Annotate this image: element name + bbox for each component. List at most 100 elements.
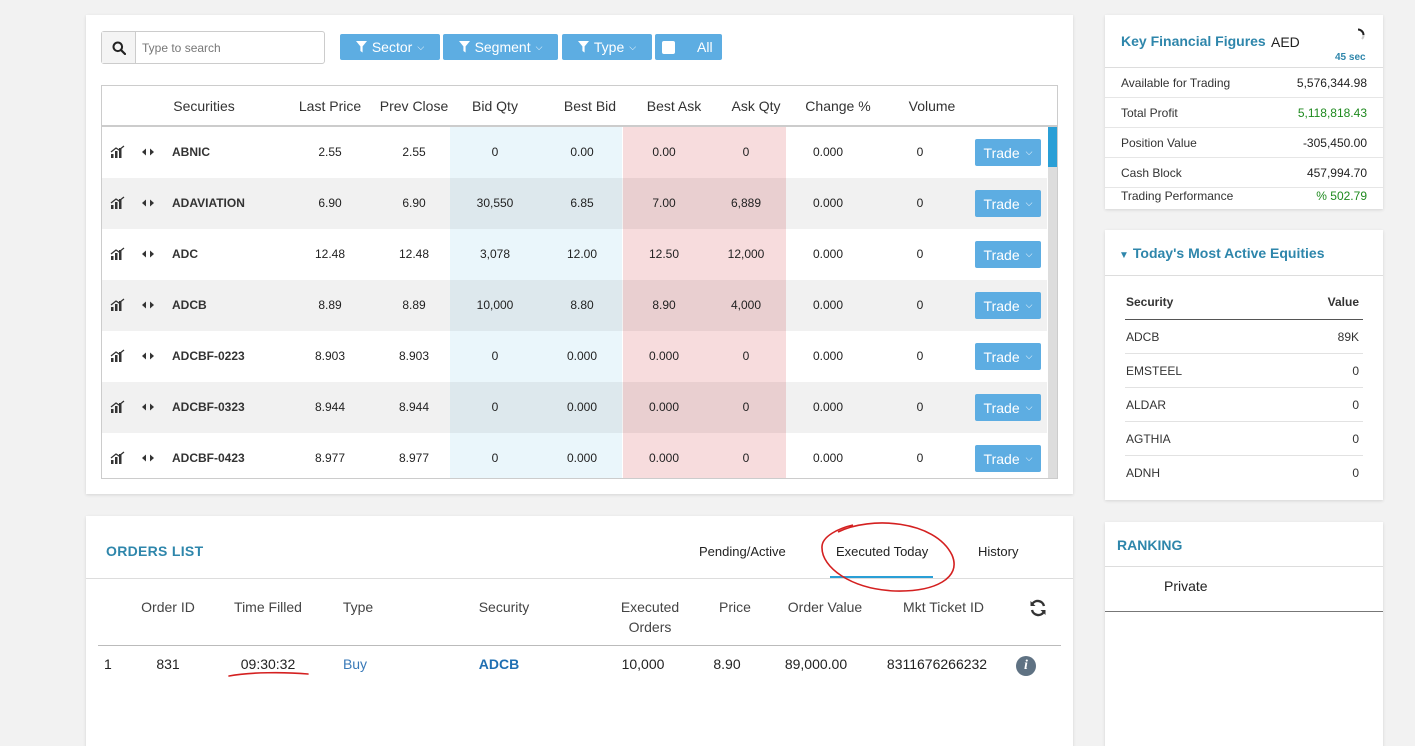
grid-scrollbar[interactable] (1048, 127, 1057, 478)
kff-row: Position Value -305,450.00 (1105, 128, 1383, 158)
trade-button[interactable]: Trade ⌵ (975, 190, 1041, 217)
list-item[interactable]: EMSTEEL 0 (1125, 354, 1363, 388)
securities-grid: Securities Last Price Prev Close Bid Qty… (101, 85, 1058, 479)
equity-name: ALDAR (1126, 398, 1167, 412)
change-pct: 0.000 (812, 145, 844, 159)
equity-value: 0 (1352, 432, 1359, 446)
ranking-divider (1105, 566, 1383, 567)
chevron-down-icon: ⌵ (1025, 351, 1033, 361)
order-security-link[interactable]: ADCB (466, 656, 532, 672)
kff-value: -305,450.00 (1302, 136, 1367, 150)
chart-icon[interactable] (110, 196, 126, 210)
order-ticket-id: 8311676266232 (886, 656, 988, 672)
chart-icon[interactable] (110, 349, 126, 363)
best-ask: 0.000 (648, 451, 680, 465)
chevron-down-icon: ⌵ (1025, 198, 1033, 208)
most-active-divider (1105, 275, 1383, 276)
col-best-ask[interactable]: Best Ask (624, 86, 724, 127)
trade-button[interactable]: Trade ⌵ (975, 292, 1041, 319)
list-item[interactable]: ALDAR 0 (1125, 388, 1363, 422)
prev-close: 8.977 (398, 451, 430, 465)
tab-executed-today[interactable]: Executed Today (836, 544, 928, 559)
trade-button[interactable]: Trade ⌵ (975, 343, 1041, 370)
col-mkt-ticket-id: Mkt Ticket ID (903, 599, 984, 615)
orders-header-divider (98, 645, 1061, 646)
type-filter-button[interactable]: Type ⌵ (562, 34, 652, 60)
col-bid-qty[interactable]: Bid Qty (450, 86, 540, 127)
chart-icon[interactable] (110, 247, 126, 261)
equity-value: 89K (1337, 330, 1359, 344)
chart-icon[interactable] (110, 400, 126, 414)
most-active-title[interactable]: ▼ Today's Most Active Equities (1119, 245, 1325, 261)
table-row[interactable]: ADC 12.48 12.48 3,078 12.00 12.50 12,000 0.000 0… (102, 229, 1047, 280)
depth-arrows-icon[interactable] (140, 196, 156, 210)
chevron-down-icon: ⌵ (417, 41, 425, 52)
trade-button[interactable]: Trade ⌵ (975, 139, 1041, 166)
table-row[interactable]: ADCBF-0223 8.903 8.903 0 0.000 0.000 0 0.000 0 Tr… (102, 331, 1047, 382)
most-active-col-value: Value (1327, 295, 1359, 309)
col-securities[interactable]: Securities (154, 86, 254, 127)
volume: 0 (916, 349, 924, 363)
all-checkbox[interactable] (662, 40, 675, 54)
depth-arrows-icon[interactable] (140, 400, 156, 414)
col-prev-close[interactable]: Prev Close (372, 86, 456, 127)
search-button[interactable] (102, 32, 136, 63)
list-item[interactable]: ADNH 0 (1125, 456, 1363, 490)
table-row[interactable]: ABNIC 2.55 2.55 0 0.00 0.00 0 0.000 0 Trade ⌵ (102, 127, 1047, 178)
filter-icon (458, 41, 470, 53)
table-row[interactable]: ADAVIATION 6.90 6.90 30,550 6.85 7.00 6,889 0.0… (102, 178, 1047, 229)
tab-pending-active[interactable]: Pending/Active (699, 544, 786, 559)
tab-history[interactable]: History (978, 544, 1018, 559)
chart-icon[interactable] (110, 298, 126, 312)
col-change-pct[interactable]: Change % (793, 86, 883, 127)
col-price: Price (719, 599, 751, 615)
chevron-down-icon: ⌵ (629, 41, 637, 52)
bid-qty: 30,550 (476, 196, 514, 210)
info-icon[interactable]: i (1016, 656, 1036, 676)
ask-qty: 6,889 (730, 196, 762, 210)
depth-arrows-icon[interactable] (140, 145, 156, 159)
col-ask-qty[interactable]: Ask Qty (716, 86, 796, 127)
kff-value: 5,118,818.43 (1297, 106, 1367, 120)
kff-title: Key Financial Figures (1121, 33, 1266, 49)
chart-icon[interactable] (110, 145, 126, 159)
depth-arrows-icon[interactable] (140, 451, 156, 465)
depth-arrows-icon[interactable] (140, 247, 156, 261)
chart-icon[interactable] (110, 451, 126, 465)
most-active-equities-panel: ▼ Today's Most Active Equities Security V… (1105, 230, 1383, 500)
bid-qty: 10,000 (476, 298, 514, 312)
grid-scroll-thumb[interactable] (1048, 127, 1057, 167)
depth-arrows-icon[interactable] (140, 298, 156, 312)
best-ask: 7.00 (652, 196, 676, 210)
list-item[interactable]: AGTHIA 0 (1125, 422, 1363, 456)
refresh-icon[interactable] (1028, 598, 1048, 618)
kff-row: Trading Performance % 502.79 (1105, 181, 1383, 211)
all-filter-button[interactable]: All (655, 34, 722, 60)
table-row[interactable]: ADCBF-0323 8.944 8.944 0 0.000 0.000 0 0.000 0 Tr… (102, 382, 1047, 433)
trade-button[interactable]: Trade ⌵ (975, 394, 1041, 421)
order-row-index: 1 (104, 656, 112, 672)
trade-button[interactable]: Trade ⌵ (975, 445, 1041, 472)
search-input[interactable] (136, 32, 324, 63)
col-last-price[interactable]: Last Price (290, 86, 370, 127)
last-price: 8.89 (318, 298, 342, 312)
col-order-value: Order Value (787, 599, 863, 615)
col-volume[interactable]: Volume (887, 86, 977, 127)
depth-arrows-icon[interactable] (140, 349, 156, 363)
best-ask: 0.000 (648, 400, 680, 414)
table-row[interactable]: ADCB 8.89 8.89 10,000 8.80 8.90 4,000 0.000 0 Tra… (102, 280, 1047, 331)
equity-name: ADNH (1126, 466, 1161, 480)
list-item[interactable]: ADCB 89K (1125, 320, 1363, 354)
col-executed-orders: Executed Orders (607, 597, 693, 637)
order-price: 8.90 (713, 656, 741, 672)
segment-filter-button[interactable]: Segment ⌵ (443, 34, 558, 60)
equity-value: 0 (1352, 364, 1359, 378)
orders-panel: ORDERS LIST Pending/Active Executed Toda… (86, 516, 1073, 746)
sector-filter-button[interactable]: Sector ⌵ (340, 34, 440, 60)
kff-label: Trading Performance (1121, 189, 1234, 203)
trade-button[interactable]: Trade ⌵ (975, 241, 1041, 268)
prev-close: 6.90 (402, 196, 426, 210)
trade-button-label: Trade (983, 450, 1020, 467)
table-row[interactable]: ADCBF-0423 8.977 8.977 0 0.000 0.000 0 0.000 0 Tr… (102, 433, 1047, 478)
prev-close: 8.903 (398, 349, 430, 363)
